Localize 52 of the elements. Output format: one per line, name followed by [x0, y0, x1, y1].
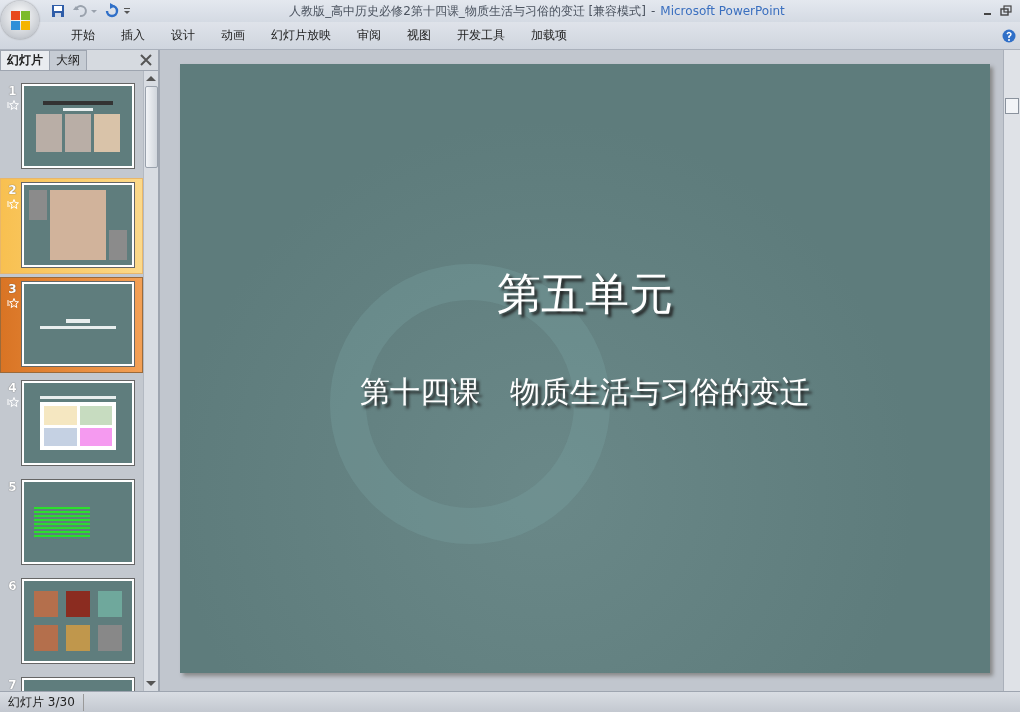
photo-placeholder: [34, 625, 58, 651]
photo-placeholder: [29, 190, 47, 220]
office-button[interactable]: [1, 1, 39, 39]
slide-canvas[interactable]: 第五单元 第十四课 物质生活与习俗的变迁: [180, 64, 990, 673]
title-separator: -: [651, 3, 656, 18]
photo-placeholder: [36, 113, 62, 152]
photo-placeholder: [65, 113, 91, 152]
slide-number: 1: [8, 84, 17, 98]
ribbon-tab[interactable]: 开发工具: [444, 24, 518, 47]
photo-placeholder: [94, 113, 120, 152]
redo-icon[interactable]: [104, 3, 120, 19]
ribbon-tab[interactable]: 视图: [394, 24, 444, 47]
ribbon-tab[interactable]: 动画: [208, 24, 258, 47]
text-lines-drawing: [34, 507, 90, 537]
close-icon[interactable]: [140, 54, 152, 66]
scrollbar[interactable]: [143, 71, 158, 691]
photo-placeholder: [34, 591, 58, 617]
office-logo-icon: [10, 10, 30, 30]
thumb-heading-bar: [43, 100, 113, 105]
slide-counter: 幻灯片 3/30: [0, 693, 84, 711]
app-name: Microsoft PowerPoint: [660, 3, 785, 18]
help-icon[interactable]: [1002, 28, 1016, 43]
ribbon-tab[interactable]: 开始: [58, 24, 108, 47]
slide-number: 4: [8, 381, 17, 395]
scrollbar[interactable]: [1003, 50, 1020, 691]
slide-number: 2: [8, 183, 17, 197]
ribbon-tab[interactable]: 幻灯片放映: [258, 24, 344, 47]
ribbon-tab[interactable]: 加载项: [518, 24, 580, 47]
save-icon[interactable]: [50, 3, 66, 19]
ribbon-tab[interactable]: 插入: [108, 24, 158, 47]
slide-number: 7: [8, 678, 17, 691]
panel-tab[interactable]: 幻灯片: [0, 50, 50, 70]
photo-placeholder: [66, 625, 90, 651]
restore-icon[interactable]: [1000, 5, 1012, 17]
slide-number: 6: [8, 579, 17, 593]
undo-icon[interactable]: [72, 3, 88, 19]
photo-placeholder: [98, 625, 122, 651]
photo-placeholder: [98, 591, 122, 617]
thumb-text-line: [63, 107, 93, 111]
ribbon-tab[interactable]: 审阅: [344, 24, 394, 47]
slide-number: 3: [8, 282, 17, 296]
slide-title: 第五单元: [497, 266, 673, 321]
scroll-thumb[interactable]: [144, 86, 158, 168]
photo-placeholder: [50, 190, 106, 260]
panel-tab[interactable]: 大纲: [49, 50, 87, 70]
photo-placeholder: [66, 591, 90, 617]
slide-number: 5: [8, 480, 17, 494]
ribbon-tab[interactable]: 设计: [158, 24, 208, 47]
scroll-thumb[interactable]: [1005, 98, 1019, 114]
photo-placeholder: [109, 230, 127, 260]
window-title: 人教版_高中历史必修2第十四课_物质生活与习俗的变迁 [兼容模式]: [289, 3, 646, 18]
slide-subtitle: 第十四课 物质生活与习俗的变迁: [360, 372, 810, 411]
